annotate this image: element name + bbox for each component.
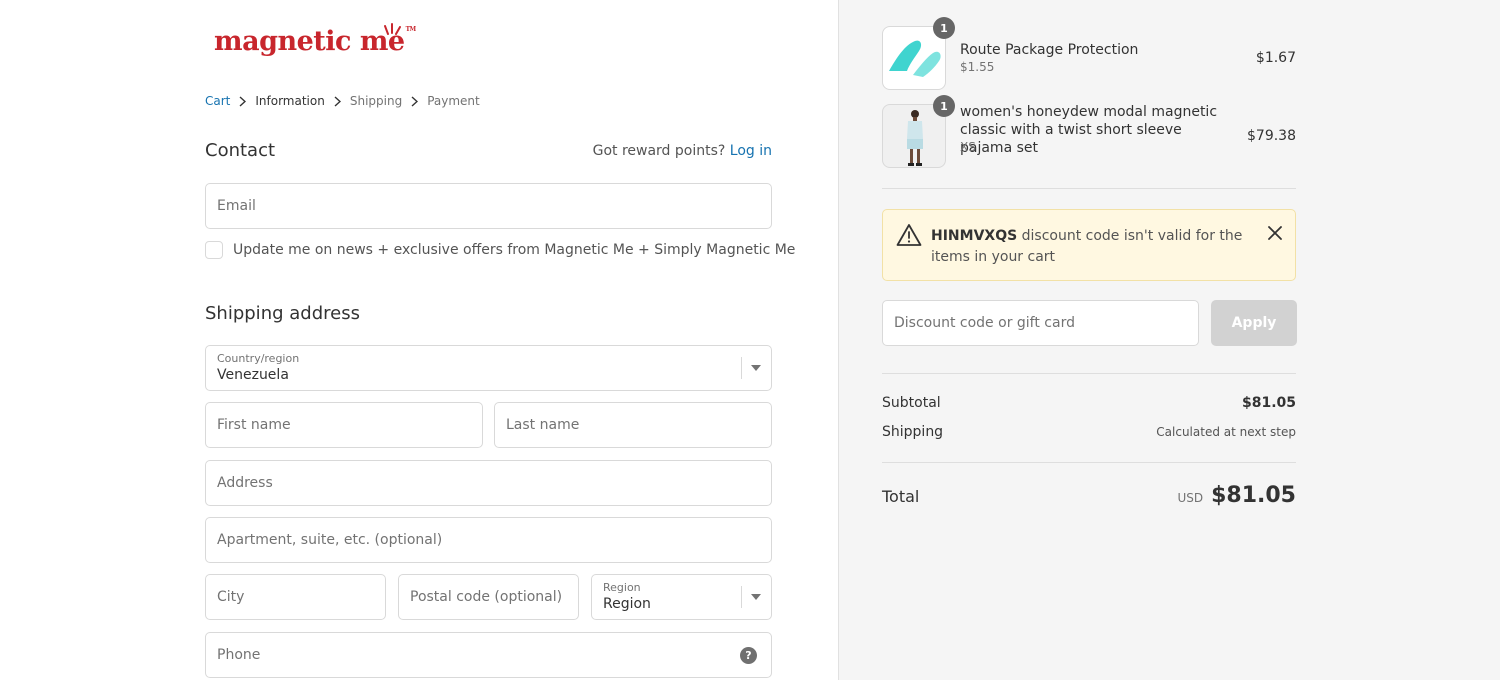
subtotal-row: Subtotal $81.05 [882,395,1296,411]
divider [882,188,1296,189]
subtotal-value: $81.05 [1241,395,1296,411]
divider [882,373,1296,374]
total-value: $81.05 [1211,483,1296,508]
reward-prompt-text: Got reward points? [592,143,726,159]
chevron-right-icon [334,95,341,107]
close-icon[interactable] [1268,226,1282,240]
newsletter-label[interactable]: Update me on news + exclusive offers fro… [233,242,795,258]
checkout-main: magnetic meTM Cart Information Shipping … [0,0,838,680]
currency-code: USD [1177,491,1204,505]
apartment-field[interactable] [205,517,772,563]
quantity-badge: 1 [933,95,955,117]
email-field[interactable] [205,183,772,229]
apartment-input[interactable] [206,518,771,562]
shipping-row: Shipping Calculated at next step [882,424,1296,440]
region-label: Region [603,581,641,594]
breadcrumb: Cart Information Shipping Payment [205,94,480,108]
quantity-badge: 1 [933,17,955,39]
subtotal-label: Subtotal [882,395,941,411]
shipping-label: Shipping [882,424,944,440]
breadcrumb-shipping: Shipping [349,94,403,108]
cart-item: 1 Route Package Protection $1.55 $1.67 [882,17,1296,90]
chevron-right-icon [239,95,247,107]
contact-heading: Contact [205,140,276,161]
apply-discount-button[interactable]: Apply [1211,300,1297,346]
total-amount: USD $81.05 [1177,483,1296,508]
discount-code: HINMVXQS [931,228,1018,244]
country-value: Venezuela [217,367,289,383]
logo-rays-icon [384,23,401,35]
question-mark-icon[interactable]: ? [740,647,757,664]
country-label: Country/region [217,352,300,365]
region-select[interactable]: Region Region [591,574,772,620]
last-name-field[interactable] [494,402,772,448]
divider [882,462,1296,463]
shipping-address-heading: Shipping address [205,303,360,324]
first-name-input[interactable] [206,403,482,447]
chevron-down-icon [751,594,761,600]
item-subtitle: $1.55 [960,60,995,74]
breadcrumb-information: Information [255,94,325,108]
discount-warning-banner: HINMVXQS discount code isn't valid for t… [882,209,1296,281]
city-input[interactable] [206,575,385,619]
chevron-right-icon [411,95,419,107]
discount-code-input[interactable] [883,301,1198,345]
total-label: Total [882,487,920,506]
email-input[interactable] [206,184,771,228]
city-field[interactable] [205,574,386,620]
item-price: $1.67 [1255,50,1296,66]
pajama-product-image: 1 [882,95,955,168]
item-price: $79.38 [1247,128,1296,144]
item-name: Route Package Protection [960,42,1139,58]
warning-icon [896,224,922,246]
select-divider [741,357,742,379]
last-name-input[interactable] [495,403,771,447]
total-row: Total USD $81.05 [882,483,1296,508]
phone-field[interactable]: ? [205,632,772,678]
logo-text: magnetic me [214,26,405,57]
logo-trademark: TM [405,26,417,33]
first-name-field[interactable] [205,402,483,448]
address-input[interactable] [206,461,771,505]
address-field[interactable] [205,460,772,506]
newsletter-checkbox[interactable] [205,241,223,259]
country-select[interactable]: Country/region Venezuela [205,345,772,391]
cart-item: 1 women's honeydew modal magnetic classi… [882,95,1296,168]
order-summary-sidebar: 1 Route Package Protection $1.55 $1.67 1… [838,0,1500,680]
breadcrumb-cart[interactable]: Cart [205,94,230,108]
reward-points-prompt: Got reward points? Log in [593,143,772,159]
item-name: women's honeydew modal magnetic classic … [960,104,1218,156]
brand-logo[interactable]: magnetic meTM [214,23,417,57]
postal-code-input[interactable] [399,575,578,619]
select-divider [741,586,742,608]
discount-code-field[interactable] [882,300,1199,346]
login-link[interactable]: Log in [730,143,772,159]
postal-code-field[interactable] [398,574,579,620]
warning-message: HINMVXQS discount code isn't valid for t… [931,226,1261,268]
item-subtitle: XS [960,140,976,154]
region-value: Region [603,596,651,612]
phone-input[interactable] [206,633,771,677]
chevron-down-icon [751,365,761,371]
shipping-value: Calculated at next step [1156,425,1296,439]
route-logo-icon: 1 [882,17,955,90]
breadcrumb-payment: Payment [427,94,480,108]
newsletter-option[interactable]: Update me on news + exclusive offers fro… [205,241,795,259]
